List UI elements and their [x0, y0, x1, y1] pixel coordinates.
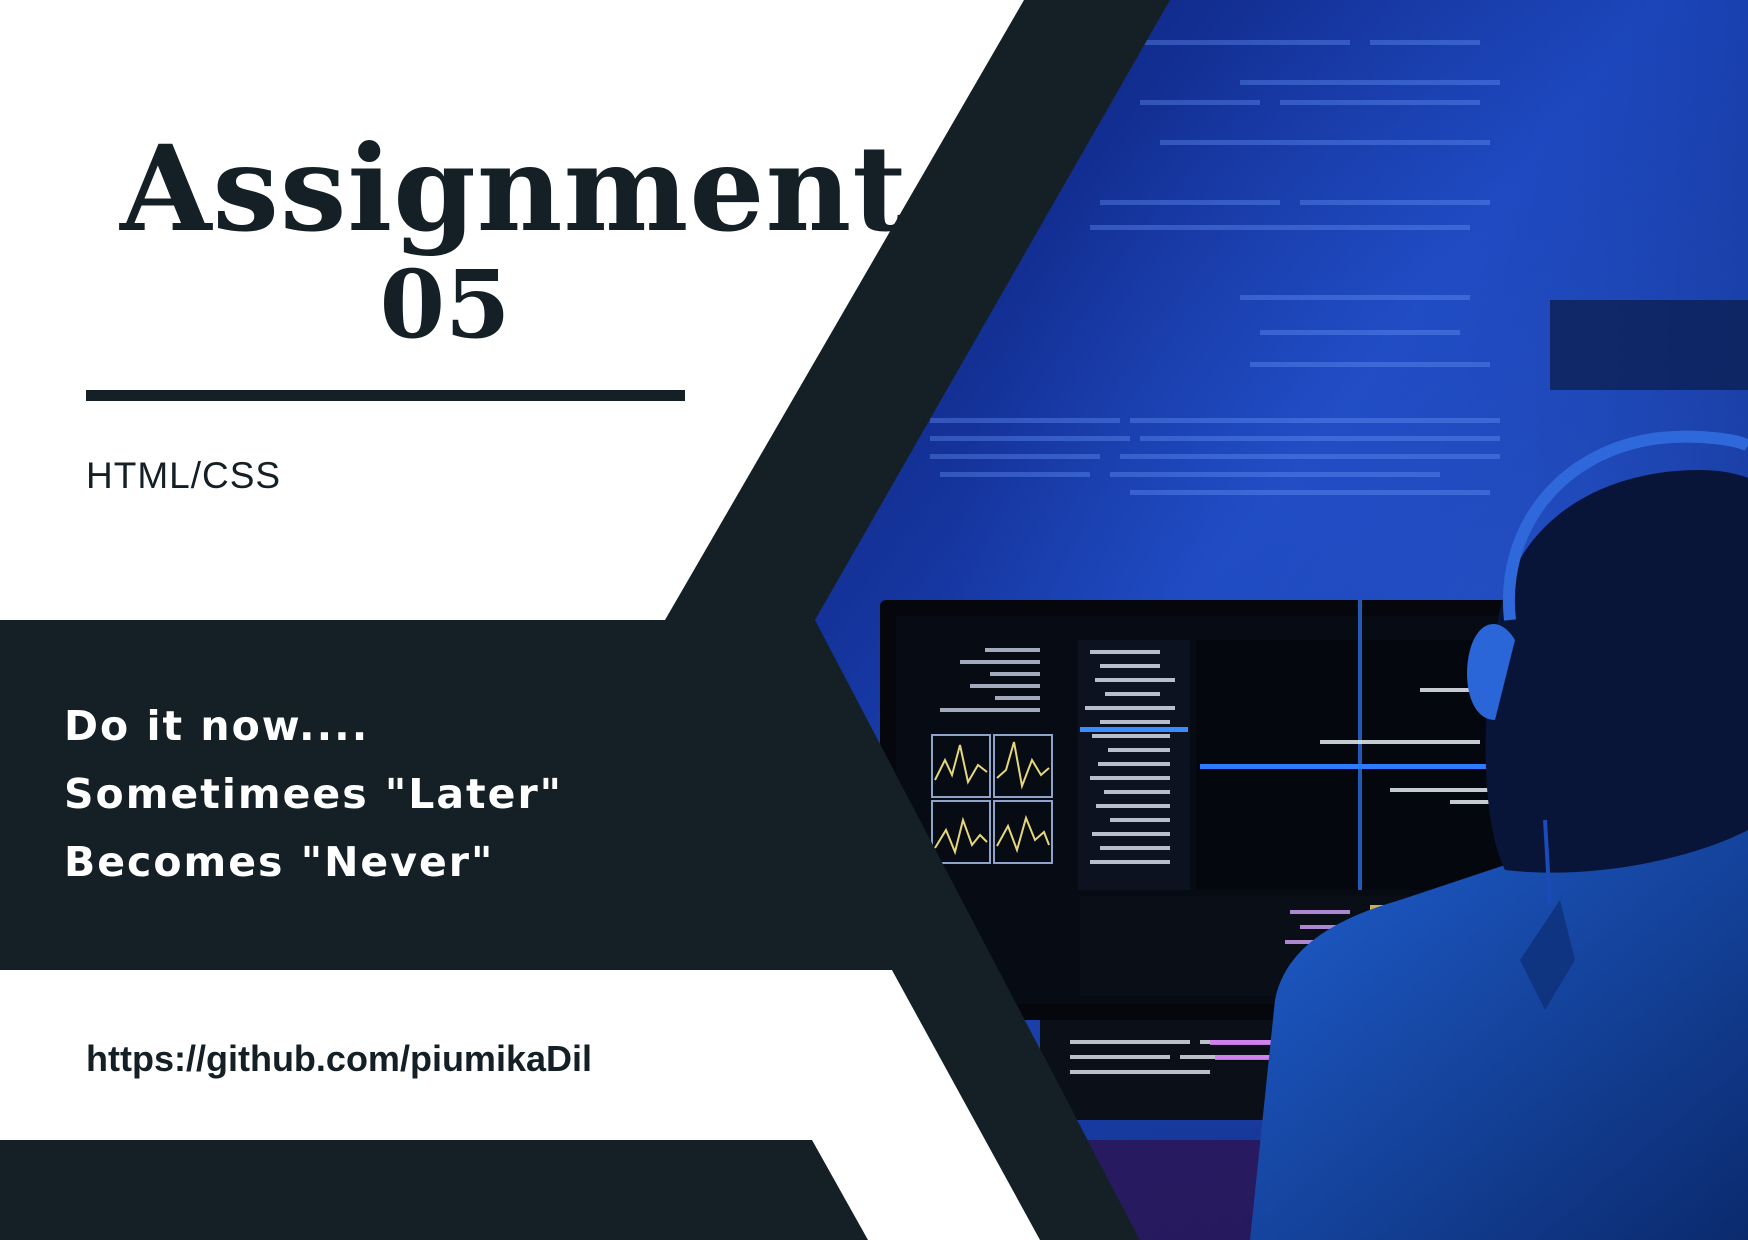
bottom-band [0, 1140, 868, 1240]
quote-line3: Becomes "Never" [64, 838, 495, 886]
title-line2: 05 [379, 250, 511, 360]
subtitle: HTML/CSS [86, 455, 282, 496]
github-link[interactable]: https://github.com/piumikaDil [86, 1038, 592, 1080]
title-divider [86, 390, 685, 401]
title-line1: Assignment [120, 119, 908, 258]
slide: Assignment 05 HTML/CSS Do it now.... Som… [0, 0, 1748, 1240]
quote-line2: Sometimees "Later" [64, 770, 564, 818]
quote-line1: Do it now.... [64, 702, 370, 750]
